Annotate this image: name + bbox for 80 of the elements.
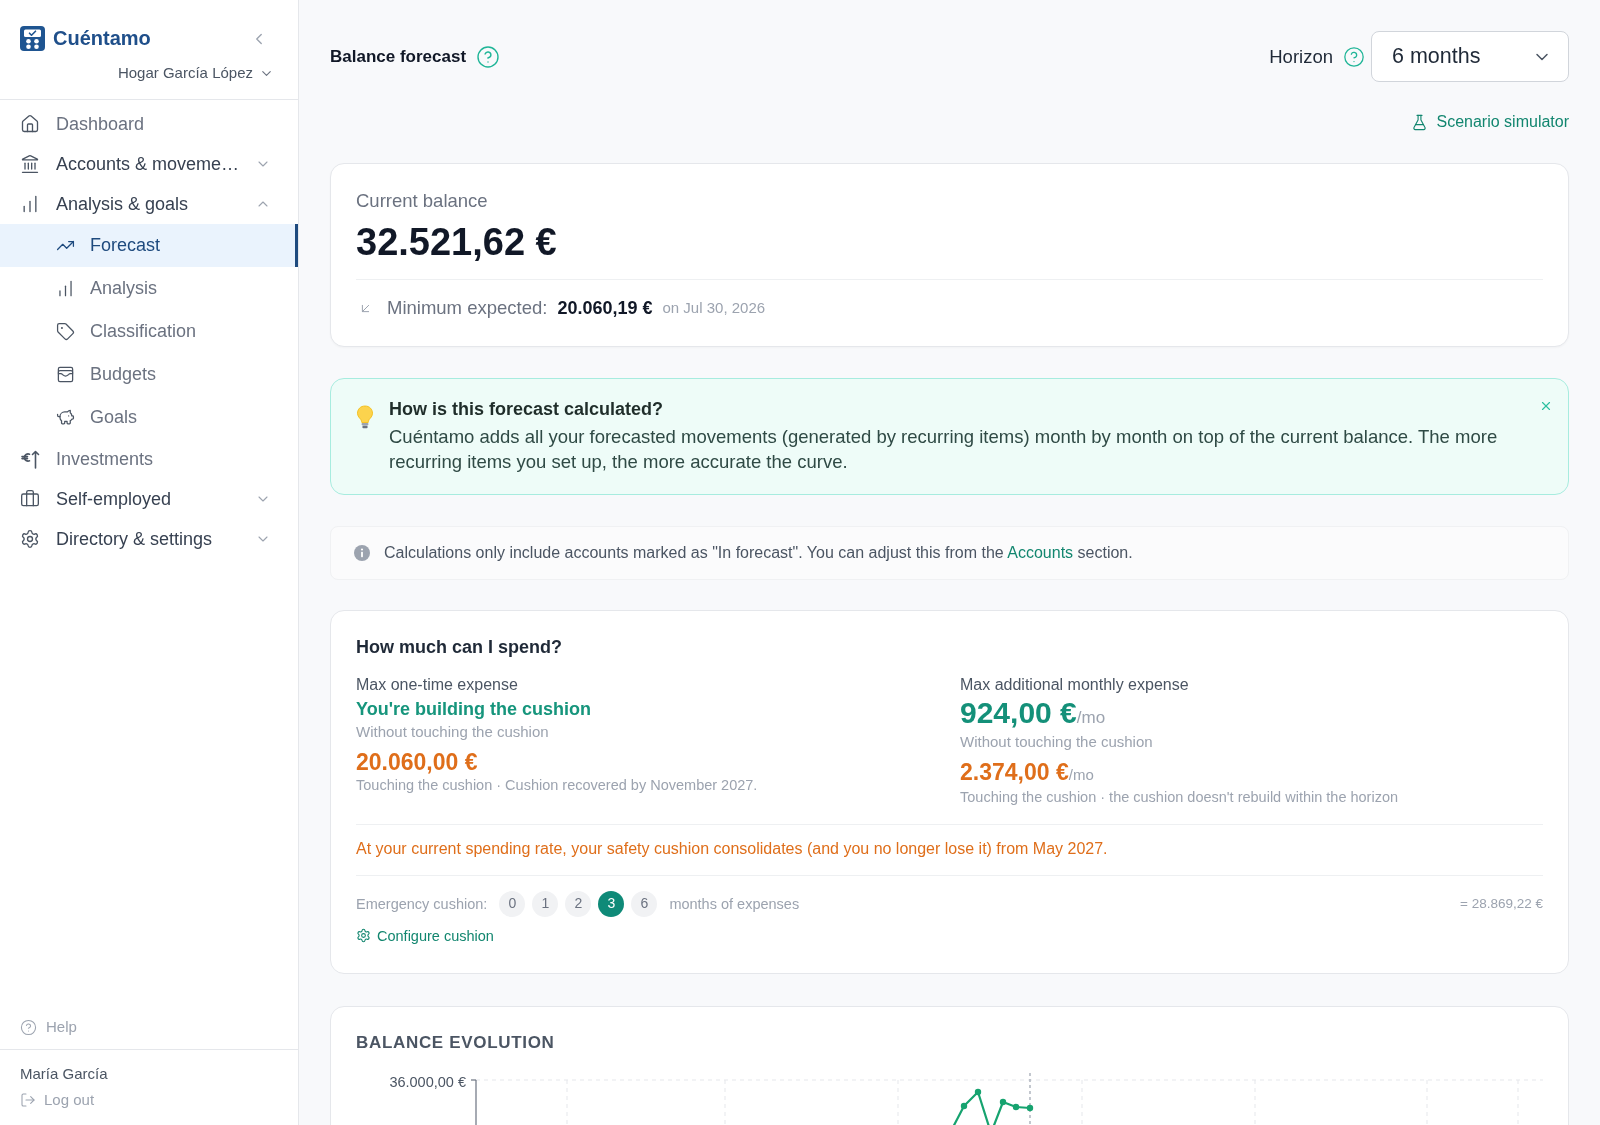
monthly-note: Without touching the cushion <box>960 732 1154 751</box>
per-month-unit: /mo <box>1076 708 1106 729</box>
accounts-link[interactable]: Accounts <box>1007 544 1074 561</box>
y-axis-label: 36.000,00 € <box>389 1073 466 1090</box>
data-point <box>999 1098 1007 1105</box>
household-selector[interactable]: Hogar García López <box>117 63 274 83</box>
minimum-expected-amount: 20.060,19 € <box>557 297 653 319</box>
banner-title: How is this forecast calculated? <box>389 398 665 420</box>
help-icon[interactable] <box>476 44 501 69</box>
one-time-note: Touching the cushion · Cushion recovered by November 2027. <box>356 776 759 795</box>
y-axis <box>470 1078 477 1125</box>
status-note: Without touching the cushion <box>356 722 550 741</box>
balance-amount: 32.521,62 € <box>356 220 558 264</box>
data-point <box>1026 1104 1034 1111</box>
nav-subitem[interactable]: Budgets <box>0 353 298 396</box>
user-name: María García <box>20 1064 109 1084</box>
nav-subitem[interactable]: Analysis <box>0 267 298 310</box>
nav-item[interactable]: Self-employed <box>0 479 298 519</box>
piggy-bank-icon <box>56 408 75 427</box>
minimum-expected-date: on Jul 30, 2026 <box>662 298 766 318</box>
cushion-total: = 28.869,22 € <box>1460 894 1543 913</box>
balance-label: Current balance <box>356 190 489 212</box>
cushion-monthly-note: Touching the cushion · the cushion doesn't rebuild within the horizon <box>960 787 1400 807</box>
per-month-unit: /mo <box>1068 766 1094 785</box>
one-time-label: Max one-time expense <box>356 675 519 695</box>
scenario-simulator-link[interactable]: Scenario simulator <box>1410 112 1569 132</box>
nav-subitem[interactable]: Goals <box>0 396 298 439</box>
cushion-option[interactable]: 2 <box>565 890 592 917</box>
settings-icon <box>20 529 40 549</box>
flask-icon <box>1410 113 1428 131</box>
spend-title: How much can I spend? <box>356 636 564 658</box>
home-icon <box>20 114 40 134</box>
bar-chart-icon <box>56 279 75 298</box>
cushion-option[interactable]: 3 <box>598 890 625 917</box>
tag-icon <box>56 322 75 341</box>
briefcase-icon <box>20 489 40 509</box>
cushion-label: Emergency cushion: <box>356 894 488 914</box>
monthly-label: Max additional monthly expense <box>960 675 1190 695</box>
nav-subitem[interactable]: Forecast <box>0 224 298 267</box>
cushion-warning-text: At your current spending rate, your safety cushion consolidates (and you no longer lose it) from May 2027. <box>356 838 1109 859</box>
help-icon[interactable] <box>1343 45 1365 68</box>
info-icon <box>354 545 370 561</box>
logout-icon <box>20 1092 36 1108</box>
nav-item[interactable]: Investments <box>0 439 298 479</box>
notice-text: Calculations only include accounts marked as "In forecast". You can adjust this from the Accounts section. <box>384 543 1133 563</box>
logout-link[interactable]: Log out <box>20 1090 278 1110</box>
cushion-unit: months of expenses <box>669 894 800 914</box>
cushion-option[interactable]: 0 <box>499 890 526 917</box>
close-icon[interactable] <box>1539 399 1553 413</box>
nav-item[interactable]: Dashboard <box>0 104 298 144</box>
help-icon <box>20 1018 37 1036</box>
cushion-option[interactable]: 1 <box>532 890 559 917</box>
brand-name: Cuéntamo <box>53 26 151 51</box>
help-link[interactable]: Help <box>20 1017 278 1037</box>
today-line <box>1029 1071 1031 1125</box>
nav-item[interactable]: Directory & settings <box>0 519 298 559</box>
data-point <box>974 1088 982 1095</box>
configure-cushion-link[interactable]: Configure cushion <box>356 925 494 946</box>
minimum-expected-label: Minimum expected: <box>387 297 548 319</box>
horizon-label: Horizon <box>1269 44 1333 69</box>
nav-item[interactable]: Accounts & moveme… <box>0 144 298 184</box>
banner-text: Cuéntamo adds all your forecasted movements (generated by recurring items) month by month on top of the current balance. The more recurring items you set up, the more accurate the curve. <box>389 425 1499 474</box>
cards-icon <box>56 365 75 384</box>
euro-arrow-up-icon <box>20 449 40 469</box>
cushion-monthly-amount: 2.374,00 € <box>960 758 1069 786</box>
data-point <box>1012 1103 1020 1110</box>
settings-icon <box>356 928 371 943</box>
bank-icon <box>20 154 40 174</box>
monthly-amount: 924,00 € <box>960 695 1077 731</box>
chart-title: BALANCE EVOLUTION <box>356 1032 556 1053</box>
light-bulb-icon <box>356 405 374 429</box>
cushion-status: You're building the cushion <box>356 698 592 721</box>
data-point <box>960 1102 968 1109</box>
page-title: Balance forecast <box>330 45 467 68</box>
one-time-amount: 20.060,00 € <box>356 748 479 776</box>
horizon-select[interactable]: 6 months <box>1371 31 1569 82</box>
calculator-logo-icon <box>20 26 45 51</box>
nav-subitem[interactable]: Classification <box>0 310 298 353</box>
cushion-option[interactable]: 6 <box>631 890 658 917</box>
nav-item[interactable]: Analysis & goals <box>0 184 298 224</box>
